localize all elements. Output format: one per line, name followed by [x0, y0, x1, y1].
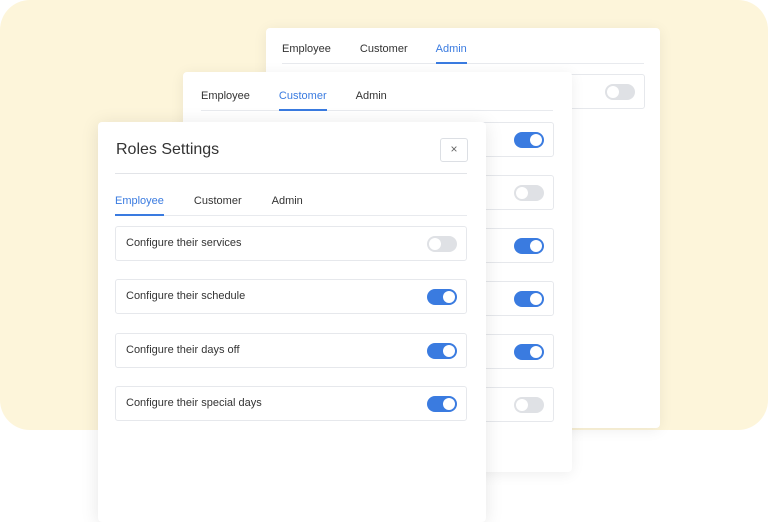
roles-settings-dialog: Roles Settings × Employee Customer Admin…: [98, 122, 486, 522]
close-button[interactable]: ×: [440, 138, 468, 162]
tab-employee[interactable]: Employee: [201, 90, 250, 110]
toggle-switch[interactable]: [514, 397, 544, 413]
dialog-title: Roles Settings: [116, 141, 220, 158]
toggle-switch[interactable]: [514, 132, 544, 148]
divider: [115, 173, 467, 174]
setting-label: Configure their special days: [126, 396, 262, 409]
setting-row: Configure their services: [115, 226, 467, 261]
setting-label: Configure their days off: [126, 343, 240, 356]
tab-admin[interactable]: Admin: [435, 43, 467, 64]
tab-bar: Employee Customer Admin: [201, 90, 553, 111]
setting-row: Configure their days off: [115, 332, 467, 368]
tab-customer[interactable]: Customer: [360, 43, 408, 63]
tab-admin[interactable]: Admin: [356, 90, 387, 110]
toggle-switch[interactable]: [427, 289, 457, 306]
setting-label: Configure their services: [126, 237, 242, 249]
toggle-switch[interactable]: [514, 238, 544, 254]
toggle-switch[interactable]: [514, 185, 544, 201]
tab-employee[interactable]: Employee: [282, 43, 331, 63]
toggle-switch[interactable]: [514, 344, 544, 360]
close-icon: ×: [450, 142, 458, 156]
tab-admin[interactable]: Admin: [272, 195, 303, 215]
tab-bar: Employee Customer Admin: [115, 195, 467, 216]
toggle-switch[interactable]: [427, 342, 457, 359]
tab-employee[interactable]: Employee: [115, 195, 164, 216]
toggle-switch[interactable]: [605, 84, 635, 100]
toggle-switch[interactable]: [427, 395, 457, 412]
setting-row: Configure their special days: [115, 385, 467, 421]
setting-label: Configure their schedule: [126, 290, 246, 303]
toggle-switch[interactable]: [514, 291, 544, 307]
setting-row: Configure their schedule: [115, 279, 467, 315]
tab-customer[interactable]: Customer: [278, 90, 327, 111]
toggle-switch[interactable]: [427, 236, 457, 252]
tab-customer[interactable]: Customer: [194, 195, 242, 215]
tab-bar: Employee Customer Admin: [282, 43, 644, 64]
